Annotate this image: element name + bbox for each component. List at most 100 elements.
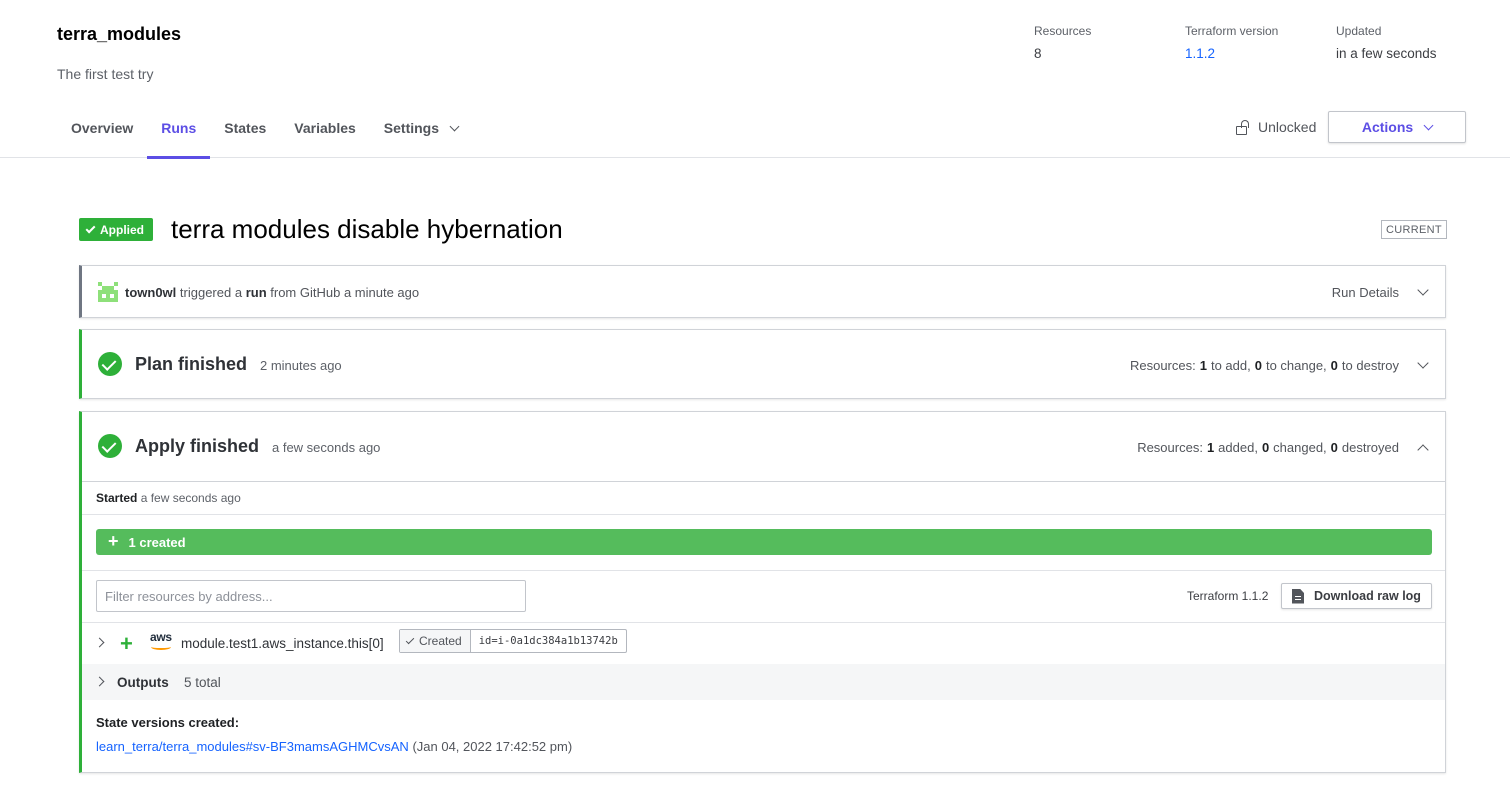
apply-destroyed-count: 0: [1330, 440, 1338, 455]
trigger-text: town0wl triggered a run from GitHub a mi…: [125, 285, 419, 300]
plus-icon: +: [108, 531, 119, 551]
apply-summary: Resources: 1 added, 0 changed, 0 destroy…: [1137, 440, 1429, 456]
aws-logo-text: aws: [150, 630, 172, 644]
download-raw-log-label: Download raw log: [1314, 589, 1421, 603]
tab-variables-label: Variables: [294, 120, 356, 136]
meta-version-label: Terraform version: [1185, 24, 1279, 38]
check-icon: [85, 223, 96, 233]
plan-change-label: to change,: [1265, 358, 1327, 373]
outputs-label: Outputs: [117, 675, 169, 690]
plan-summary: Resources: 1 to add, 0 to change, 0 to d…: [1129, 357, 1429, 373]
started-time: a few seconds ago: [140, 491, 241, 505]
workspace-tabs: Overview Runs States Variables Settings: [57, 106, 472, 159]
plan-destroy-count: 0: [1330, 358, 1338, 373]
meta-resources-value: 8: [1034, 46, 1042, 61]
outputs-count: 5 total: [184, 675, 221, 690]
lock-status[interactable]: Unlocked: [1236, 119, 1316, 135]
resource-status-tag: Created id=i-0a1dc384a1b13742b: [399, 629, 627, 653]
plan-title: Plan finished: [135, 354, 248, 374]
meta-updated: Updated in a few seconds: [1336, 24, 1437, 61]
resource-status: Created: [400, 630, 471, 652]
trigger-text-1: triggered a: [179, 285, 243, 300]
apply-time: a few seconds ago: [272, 440, 381, 455]
tab-runs[interactable]: Runs: [147, 106, 211, 159]
state-version-link[interactable]: learn_terra/terra_modules#sv-BF3mamsAGHM…: [96, 739, 409, 754]
meta-resources: Resources 8: [1034, 24, 1091, 61]
resource-address: module.test1.aws_instance.this[0]: [181, 636, 384, 651]
plan-change-count: 0: [1254, 358, 1262, 373]
trigger-run-word: run: [245, 285, 267, 300]
tab-variables[interactable]: Variables: [280, 106, 370, 158]
apply-changed-label: changed,: [1273, 440, 1327, 455]
plan-card[interactable]: Plan finished 2 minutes ago Resources: 1…: [79, 329, 1446, 399]
terraform-version-label: Terraform 1.1.2: [1187, 589, 1269, 603]
actions-label: Actions: [1361, 119, 1414, 135]
state-version-date: (Jan 04, 2022 17:42:52 pm): [412, 739, 573, 754]
chevron-down-icon: [449, 121, 460, 132]
apply-card: Apply finished a few seconds ago Resourc…: [79, 411, 1446, 773]
chevron-down-icon: [1423, 120, 1434, 130]
plan-add-count: 1: [1199, 358, 1207, 373]
filter-resources-input[interactable]: [96, 580, 526, 612]
tab-runs-label: Runs: [161, 120, 197, 136]
run-details-label: Run Details: [1331, 285, 1399, 300]
tab-settings-label: Settings: [383, 120, 440, 136]
tab-overview-label: Overview: [71, 120, 134, 136]
check-circle-icon: [98, 434, 122, 458]
meta-resources-label: Resources: [1034, 24, 1092, 38]
plan-time: 2 minutes ago: [260, 358, 342, 373]
apply-added-label: added,: [1218, 440, 1258, 455]
meta-terraform-version: Terraform version 1.1.2: [1185, 24, 1278, 61]
outputs-row[interactable]: Outputs 5 total: [82, 664, 1445, 700]
status-badge-label: Applied: [100, 222, 144, 237]
apply-added-count: 1: [1206, 440, 1215, 455]
tab-overview[interactable]: Overview: [57, 106, 147, 158]
chevron-down-icon: [1417, 284, 1429, 296]
meta-updated-label: Updated: [1336, 24, 1382, 38]
divider: [82, 514, 1445, 515]
trigger-user[interactable]: town0wl: [125, 285, 176, 300]
run-title: terra modules disable hybernation: [171, 214, 563, 244]
aws-icon: aws: [149, 630, 175, 652]
apply-started: Started a few seconds ago: [96, 491, 241, 505]
unlock-icon: [1236, 119, 1250, 135]
plan-add-label: to add,: [1210, 358, 1251, 373]
chevron-down-icon[interactable]: [1417, 357, 1429, 369]
apply-title: Apply finished: [135, 436, 260, 456]
workspace-description: The first test try: [57, 66, 154, 82]
resource-row[interactable]: + aws module.test1.aws_instance.this[0] …: [82, 622, 1445, 664]
resource-id: id=i-0a1dc384a1b13742b: [478, 635, 618, 647]
resource-status-label: Created: [419, 634, 462, 648]
apply-header[interactable]: Apply finished a few seconds ago Resourc…: [82, 412, 1445, 482]
workspace-title: terra_modules: [57, 24, 182, 44]
avatar: [98, 282, 118, 302]
chevron-right-icon[interactable]: [94, 676, 105, 687]
lock-status-label: Unlocked: [1258, 119, 1317, 135]
check-circle-icon: [98, 352, 122, 376]
created-bar-label: 1 created: [128, 534, 186, 550]
status-badge: Applied: [79, 218, 153, 241]
tab-states[interactable]: States: [210, 106, 280, 158]
chevron-up-icon[interactable]: [1417, 443, 1429, 456]
apply-summary-prefix: Resources:: [1137, 440, 1203, 455]
created-summary-bar: + 1 created: [96, 529, 1432, 555]
meta-updated-value: in a few seconds: [1336, 46, 1437, 61]
check-icon: [405, 635, 415, 644]
workspace-header: terra_modules The first test try Resourc…: [0, 0, 1510, 159]
plan-summary-prefix: Resources:: [1129, 358, 1196, 373]
download-raw-log-button[interactable]: Download raw log: [1281, 583, 1432, 609]
apply-changed-count: 0: [1261, 440, 1270, 455]
run-details-toggle[interactable]: Run Details: [1331, 284, 1429, 300]
plan-destroy-label: to destroy: [1341, 358, 1399, 373]
trigger-text-2: from GitHub a minute ago: [270, 285, 420, 300]
current-badge: CURRENT: [1381, 220, 1447, 239]
state-versions-title: State versions created:: [96, 715, 240, 730]
tab-settings[interactable]: Settings: [370, 106, 472, 158]
file-icon: [1292, 588, 1304, 604]
actions-button[interactable]: Actions: [1328, 111, 1466, 143]
tab-states-label: States: [224, 120, 267, 136]
apply-destroyed-label: destroyed: [1341, 440, 1399, 455]
chevron-right-icon[interactable]: [94, 637, 105, 648]
state-version-line: learn_terra/terra_modules#sv-BF3mamsAGHM…: [96, 739, 572, 754]
meta-version-link[interactable]: 1.1.2: [1185, 46, 1278, 61]
